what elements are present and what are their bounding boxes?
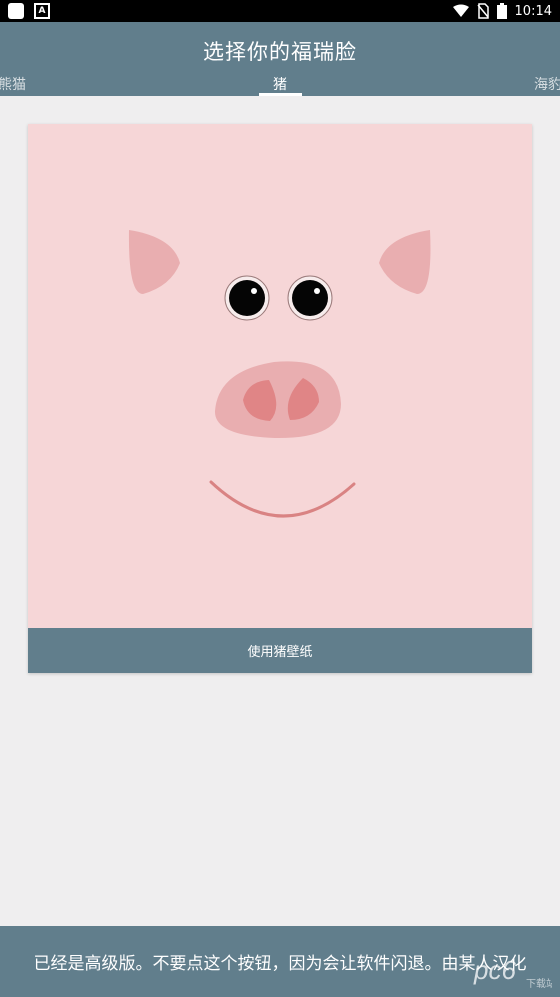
no-sim-icon — [476, 3, 489, 19]
right-eye — [292, 280, 328, 316]
left-eye-shine — [251, 288, 257, 294]
app-header: 选择你的福瑞脸 熊猫 猪 海豹 — [0, 22, 560, 96]
status-right: 10:14 — [452, 3, 552, 19]
use-wallpaper-button[interactable]: 使用猪壁纸 — [28, 628, 532, 673]
battery-icon — [496, 3, 507, 19]
watermark-logo: pc6 下载站 — [473, 955, 552, 990]
a-icon: A — [34, 3, 50, 19]
left-ear — [128, 230, 180, 294]
pig-face-image — [128, 230, 431, 518]
left-eye — [229, 280, 265, 316]
tab-pig[interactable]: 猪 — [273, 74, 287, 94]
status-left: A — [8, 3, 50, 19]
right-ear — [379, 230, 431, 294]
wifi-icon — [452, 4, 469, 17]
upgrade-notice-text: 已经是高级版。不要点这个按钮，因为会让软件闪退。由某人汉化 — [33, 954, 527, 974]
status-bar: A 10:14 — [0, 0, 560, 22]
tab-seal[interactable]: 海豹 — [534, 74, 560, 94]
snout — [214, 361, 341, 439]
tab-indicator — [259, 93, 302, 96]
page-title: 选择你的福瑞脸 — [203, 40, 357, 64]
svg-text:pc6: pc6 — [473, 955, 516, 985]
notification-icon — [8, 3, 24, 19]
tab-panda[interactable]: 熊猫 — [0, 74, 26, 94]
right-eye-shine — [314, 288, 320, 294]
status-time: 10:14 — [514, 3, 552, 19]
svg-text:下载站: 下载站 — [526, 977, 552, 990]
wallpaper-card: 使用猪壁纸 — [28, 124, 532, 673]
mouth — [209, 480, 356, 518]
